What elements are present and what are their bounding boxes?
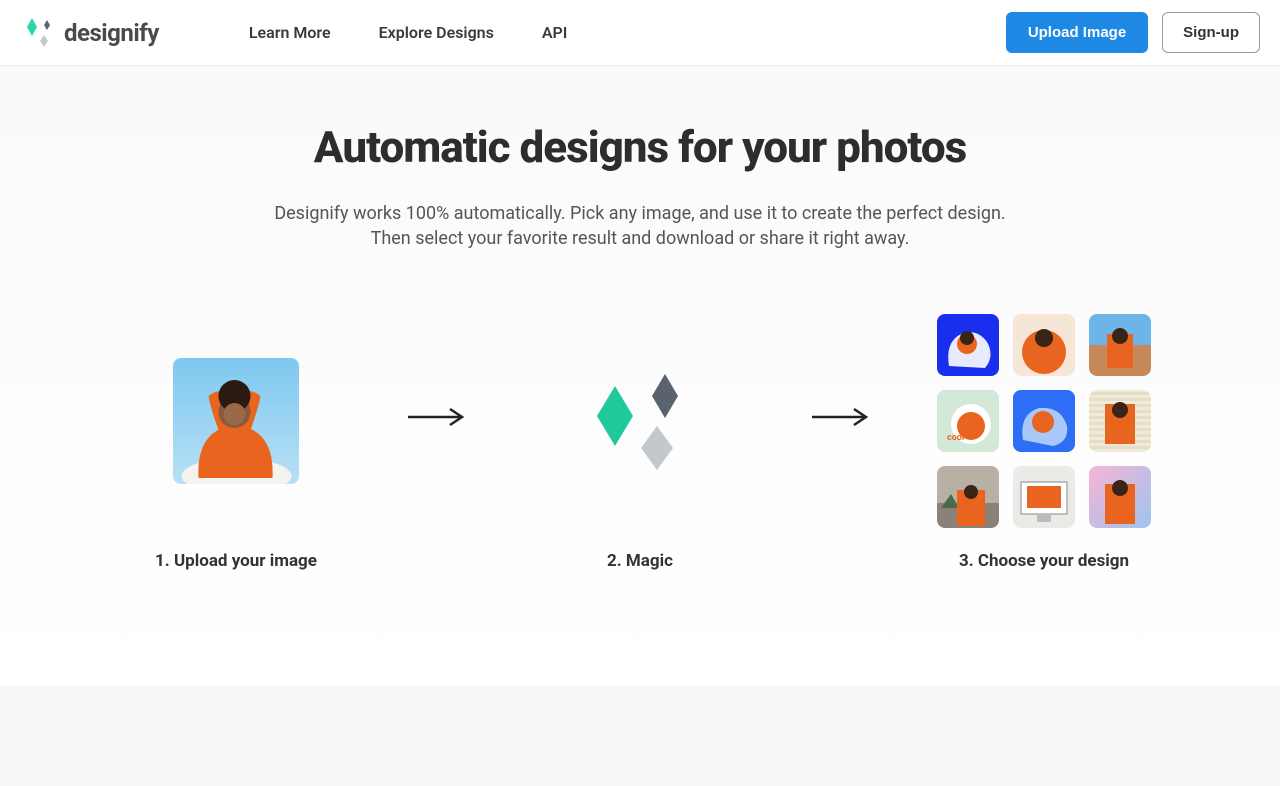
design-result: [1013, 390, 1075, 452]
header-actions: Upload Image Sign-up: [1006, 12, 1260, 53]
step-choose: cool: [904, 311, 1184, 571]
logo[interactable]: designify: [20, 15, 159, 51]
footer-area: [0, 686, 1280, 786]
step-magic-visual: [575, 311, 705, 531]
upload-image-button[interactable]: Upload Image: [1006, 12, 1148, 53]
nav-explore-designs[interactable]: Explore Designs: [379, 23, 494, 42]
logo-sparkle-icon: [20, 15, 56, 51]
svg-text:cool: cool: [947, 433, 964, 443]
step-upload-label: 1. Upload your image: [155, 551, 317, 571]
design-result: [937, 466, 999, 528]
magic-sparkles-icon: [575, 366, 705, 476]
design-result: [1089, 390, 1151, 452]
main-content: Automatic designs for your photos Design…: [0, 66, 1280, 686]
step-magic: 2. Magic: [500, 311, 780, 571]
design-result: cool: [937, 390, 999, 452]
step-upload-visual: [173, 311, 299, 531]
arrow-right-icon: [810, 407, 874, 427]
nav-learn-more[interactable]: Learn More: [249, 23, 331, 42]
hero-subtitle: Designify works 100% automatically. Pick…: [0, 201, 1280, 251]
sample-photo-icon: [173, 358, 299, 484]
header: designify Learn More Explore Designs API…: [0, 0, 1280, 66]
step-upload: 1. Upload your image: [96, 311, 376, 571]
main-nav: Learn More Explore Designs API: [249, 23, 568, 42]
design-result: [1089, 314, 1151, 376]
steps-row: 1. Upload your image 2. Magic: [0, 311, 1280, 571]
design-results-grid: cool: [937, 314, 1151, 528]
step-choose-label: 3. Choose your design: [959, 551, 1129, 571]
design-result: [937, 314, 999, 376]
arrow-right-icon: [406, 407, 470, 427]
step-magic-label: 2. Magic: [607, 551, 673, 571]
design-result: [1013, 314, 1075, 376]
design-result: [1013, 466, 1075, 528]
hero-title: Automatic designs for your photos: [0, 121, 1280, 173]
step-choose-visual: cool: [937, 311, 1151, 531]
design-result: [1089, 466, 1151, 528]
signup-button[interactable]: Sign-up: [1162, 12, 1260, 53]
logo-text: designify: [64, 19, 159, 47]
nav-api[interactable]: API: [542, 23, 568, 42]
